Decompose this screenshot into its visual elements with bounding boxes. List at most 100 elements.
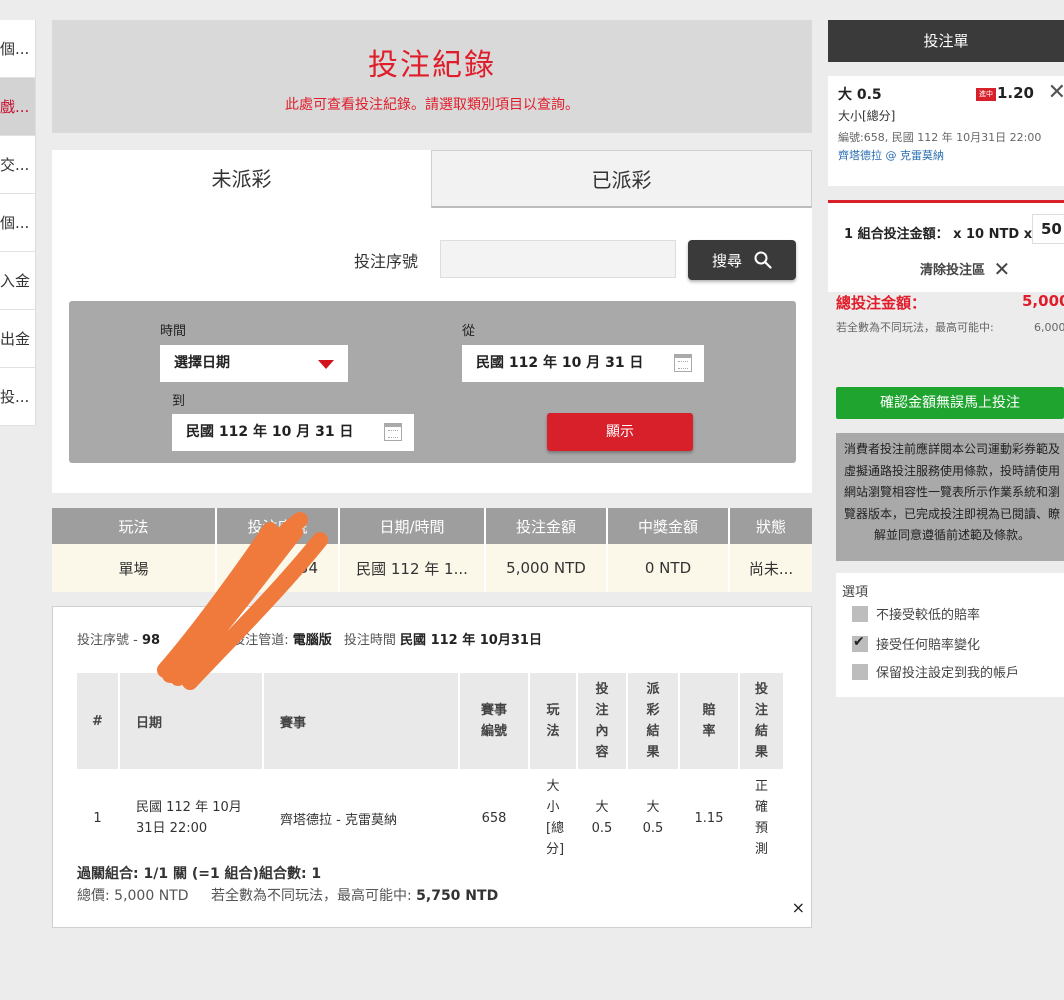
calendar-icon[interactable]	[384, 423, 402, 441]
dcol-date: 日期	[119, 673, 264, 769]
selection-info: 編號:658, 民國 112 年 10月31日 22:00	[838, 131, 1042, 144]
dcell-odds: 1.15	[679, 769, 740, 867]
selection-match[interactable]: 齊塔德拉 @ 克雷莫納	[838, 147, 1054, 163]
calendar-icon[interactable]	[674, 354, 692, 372]
max-win-value: 5,750 NTD	[416, 888, 499, 904]
cell-play: 單場	[52, 544, 217, 592]
live-flag-icon: 進中	[976, 88, 996, 101]
options-label: 選項	[842, 585, 869, 600]
from-label: 從	[462, 324, 476, 339]
detail-row: 1 民國 112 年 10月 31日 22:00 齊塔德拉 - 克雷莫納 658…	[77, 769, 783, 867]
dcol-bet: 投注內容	[577, 673, 628, 769]
dcell-event: 齊塔德拉 - 克雷莫納	[263, 769, 460, 867]
channel-value: 電腦版	[292, 633, 332, 648]
stake-input[interactable]: 50	[1032, 214, 1064, 244]
sidebar-item-deposit[interactable]: 入金	[0, 252, 35, 310]
tab-unsettled[interactable]: 未派彩	[52, 150, 431, 208]
combo-text: 1 組合投注金額： x 10 NTD x	[844, 227, 1033, 242]
sidebar-item-2[interactable]: 戲...	[0, 78, 35, 136]
col-header-play: 玩法	[52, 508, 217, 544]
option-label: 保留投注設定到我的帳戶	[876, 666, 1020, 681]
dcol-play: 玩法	[529, 673, 578, 769]
dcell-no: 1	[77, 769, 120, 867]
tab-settled[interactable]: 已派彩	[431, 150, 812, 208]
remove-selection-icon[interactable]: ✕	[1048, 80, 1064, 105]
dcell-event-no: 658	[459, 769, 530, 867]
cell-datetime: 民國 112 年 1...	[339, 544, 486, 592]
selection-market: 大小[總分]	[838, 109, 896, 123]
page-header: 投注紀錄 此處可查看投注紀錄。請選取類別項目以查詢。	[52, 20, 812, 133]
close-icon[interactable]: ×	[792, 898, 805, 917]
col-header-winnings: 中獎金額	[607, 508, 730, 544]
sidebar-item-3[interactable]: 交...	[0, 136, 35, 194]
sidebar-item-4[interactable]: 個...	[0, 194, 35, 252]
detail-table: # 日期 賽事 賽事編號 玩法 投注內容 派彩結果 賠率 投注結果 1 民國 1…	[77, 673, 783, 867]
bet-time-value: 民國 112 年 10月31日	[400, 633, 542, 648]
page-title: 投注紀錄	[368, 48, 496, 83]
time-label: 時間	[160, 324, 187, 339]
to-date-field[interactable]: 民國 112 年 10 月 31 日	[172, 414, 414, 451]
caret-down-icon	[318, 360, 334, 369]
parlay-summary: 過關組合: 1/1 關 (=1 組合)組合數: 1	[77, 866, 322, 882]
filter-box: 時間 選擇日期 從 民國 112 年 10 月 31 日 到 民國 112 年 …	[69, 301, 796, 463]
search-button[interactable]: 搜尋	[688, 240, 796, 280]
to-date-value: 民國 112 年 10 月 31 日	[186, 424, 354, 440]
total-value: 5,000 NTD	[114, 888, 189, 904]
confirm-bet-button[interactable]: 確認金額無誤馬上投注	[836, 387, 1064, 419]
close-icon: ✕	[993, 257, 1011, 281]
clear-slip-label: 清除投注區	[920, 263, 986, 278]
option-label: 不接受較低的賠率	[876, 608, 981, 623]
dcell-bet: 大 0.5	[577, 769, 628, 867]
col-header-datetime: 日期/時間	[339, 508, 486, 544]
tab-bar: 未派彩 已派彩	[52, 150, 812, 208]
from-date-value: 民國 112 年 10 月 31 日	[476, 355, 644, 371]
bet-history-panel: 未派彩 已派彩 投注序號 搜尋 時間 選擇日期 從 民國 112 年 10 月 …	[52, 150, 812, 493]
cell-amount: 5,000 NTD	[485, 544, 608, 592]
col-header-serial: 投注序號	[216, 508, 340, 544]
bet-time-label: 投注時間	[343, 633, 396, 648]
results-table: 玩法 投注序號 日期/時間 投注金額 中獎金額 狀態 單場 ...54 民國 1…	[52, 508, 812, 592]
dcol-event-no: 賽事編號	[459, 673, 530, 769]
table-row[interactable]: 單場 ...54 民國 112 年 1... 5,000 NTD 0 NTD 尚…	[52, 544, 812, 592]
total-stake-label: 總投注金額：	[836, 294, 927, 312]
checkbox-icon[interactable]	[852, 663, 868, 680]
total-stake-value: 5,000	[1022, 292, 1064, 310]
search-button-label: 搜尋	[711, 251, 742, 270]
detail-meta: 投注序號 - 98 投注管道: 電腦版 投注時間 民國 112 年 10月31日	[77, 629, 542, 648]
clear-slip-button[interactable]: 清除投注區 ✕	[920, 257, 1010, 281]
from-date-field[interactable]: 民國 112 年 10 月 31 日	[462, 345, 704, 382]
total-summary: 總價: 5,000 NTD 若全數為不同玩法，最高可能中: 5,750 NTD	[77, 885, 498, 905]
option-reject-lower-odds[interactable]: 不接受較低的賠率	[852, 604, 980, 623]
bet-slip-title: 投注單	[828, 20, 1064, 62]
dcol-payout: 派彩結果	[627, 673, 680, 769]
bet-slip: 投注單 大 0.5 進中 1.20 ✕ 大小[總分] 編號:658, 民國 11…	[828, 20, 1064, 697]
option-label: 接受任何賠率變化	[876, 638, 981, 653]
dcell-payout: 大 0.5	[627, 769, 680, 867]
search-icon	[754, 251, 772, 269]
sidebar-item-7[interactable]: 投...	[0, 368, 35, 426]
bet-slip-selection: 大 0.5 進中 1.20 ✕ 大小[總分] 編號:658, 民國 112 年 …	[828, 76, 1064, 186]
dcol-no: #	[77, 673, 120, 769]
search-label: 投注序號	[354, 252, 419, 271]
to-label: 到	[172, 394, 186, 409]
option-save-settings[interactable]: 保留投注設定到我的帳戶	[852, 662, 1019, 681]
checkbox-checked-icon[interactable]	[852, 634, 868, 652]
checkbox-icon[interactable]	[852, 605, 868, 622]
option-accept-any-odds[interactable]: 接受任何賠率變化	[852, 634, 980, 653]
dcol-result: 投注結果	[739, 673, 783, 769]
total-label: 總價:	[77, 888, 110, 904]
max-win-label: 若全數為不同玩法，最高可能中:	[210, 888, 412, 904]
max-win-note: 若全數為不同玩法，最高可能中:	[836, 321, 994, 334]
search-row: 投注序號 搜尋	[52, 240, 812, 280]
search-input[interactable]	[440, 240, 676, 278]
dcell-play: 大小[總分]	[529, 769, 578, 867]
sidebar-item-1[interactable]: 個...	[0, 20, 35, 78]
date-select[interactable]: 選擇日期	[160, 345, 348, 382]
bet-detail-panel: 投注序號 - 98 投注管道: 電腦版 投注時間 民國 112 年 10月31日…	[52, 606, 812, 928]
date-select-value: 選擇日期	[174, 355, 230, 371]
sidebar-item-withdraw[interactable]: 出金	[0, 310, 35, 368]
max-win-note-value: 6,000	[1034, 321, 1064, 334]
dcol-odds: 賠率	[679, 673, 740, 769]
serial-value: 98	[141, 633, 161, 648]
show-button[interactable]: 顯示	[547, 413, 693, 451]
